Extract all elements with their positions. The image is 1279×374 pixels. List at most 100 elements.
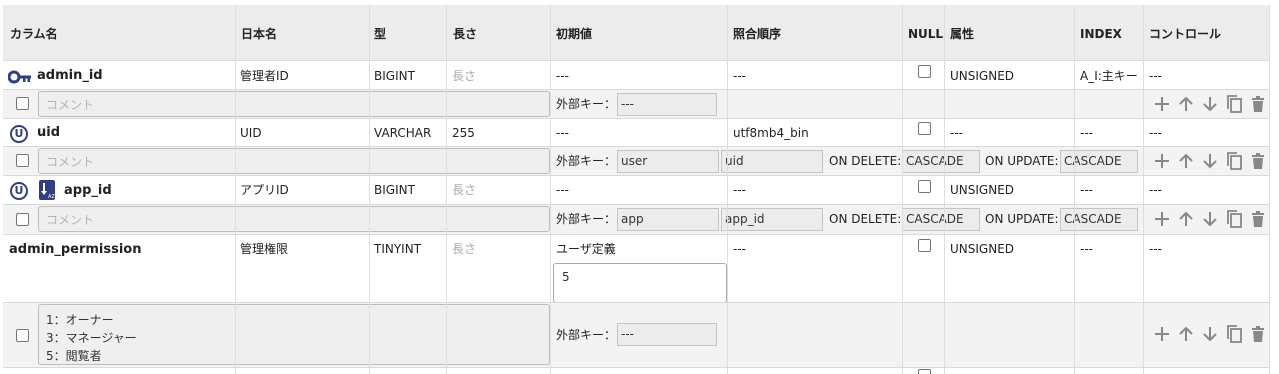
control-value: ---	[1149, 69, 1162, 83]
delete-icon[interactable]	[1249, 325, 1267, 343]
null-checkbox[interactable]	[918, 369, 931, 374]
length-placeholder[interactable]: 長さ	[452, 243, 476, 255]
row-controls	[1149, 325, 1264, 343]
add-icon[interactable]	[1153, 152, 1171, 170]
key-icon	[8, 70, 31, 84]
on-delete-label: ON DELETE:	[829, 212, 902, 226]
row-controls	[1149, 210, 1264, 228]
attribute-value[interactable]: UNSIGNED	[950, 243, 1014, 255]
null-checkbox[interactable]	[918, 65, 931, 78]
move-up-icon[interactable]	[1177, 210, 1195, 228]
fk-column-input[interactable]: app_id	[721, 208, 823, 231]
delete-icon[interactable]	[1249, 152, 1267, 170]
header-length: 長さ	[453, 27, 478, 41]
fk-label: 外部キー：	[556, 328, 617, 342]
on-delete-label: ON DELETE:	[829, 154, 902, 168]
length-placeholder[interactable]: 長さ	[452, 184, 476, 196]
attribute-value[interactable]: UNSIGNED	[950, 70, 1014, 82]
collation-value[interactable]: ---	[733, 243, 746, 255]
on-update-select[interactable]: CASCADE	[1060, 150, 1138, 173]
type-value[interactable]: VARCHAR	[374, 127, 431, 139]
table-sub-row: コメント 外部キー： app app_id ON DELETE: CASCADE…	[3, 205, 1270, 234]
copy-icon[interactable]	[1225, 325, 1243, 343]
row-select-checkbox[interactable]	[16, 97, 29, 110]
table-sub-row: 1：オーナー 3：マネージャー 5：閲覧者 外部キー： ---	[3, 303, 1270, 367]
control-value: ---	[1149, 183, 1162, 197]
index-value[interactable]: A_I:主キー	[1080, 70, 1138, 82]
collation-value[interactable]: utf8mb4_bin	[733, 127, 809, 139]
fk-column-input[interactable]: uid	[721, 150, 823, 173]
move-up-icon[interactable]	[1177, 152, 1195, 170]
column-name[interactable]: uid	[37, 126, 60, 139]
default-type[interactable]: ユーザ定義	[556, 243, 616, 255]
null-checkbox[interactable]	[918, 180, 931, 193]
comment-input[interactable]: 1：オーナー 3：マネージャー 5：閲覧者	[38, 304, 550, 365]
fk-label: 外部キー：	[556, 212, 617, 226]
delete-icon[interactable]	[1249, 95, 1267, 113]
index-value[interactable]: ---	[1080, 184, 1093, 196]
header-index: INDEX	[1080, 27, 1122, 41]
column-name[interactable]: app_id	[64, 184, 112, 197]
fk-label: 外部キー：	[556, 154, 617, 168]
comment-input[interactable]: コメント	[38, 91, 550, 117]
japanese-name[interactable]: UID	[240, 127, 262, 139]
japanese-name[interactable]: アプリID	[240, 184, 289, 196]
comment-input[interactable]: コメント	[38, 206, 550, 232]
collation-value[interactable]: ---	[733, 70, 746, 82]
header-collation: 照合順序	[733, 27, 782, 41]
length-value[interactable]: 255	[452, 127, 475, 139]
default-value-input[interactable]: 5	[553, 263, 727, 303]
length-placeholder[interactable]: 長さ	[452, 70, 476, 82]
add-icon[interactable]	[1153, 210, 1171, 228]
collation-value[interactable]: ---	[733, 184, 746, 196]
on-delete-select[interactable]: CASCADE	[902, 208, 980, 231]
table-header: カラム名 日本名 型 長さ 初期値 照合順序 NULL 属性 INDEX コント…	[3, 5, 1270, 61]
on-update-select[interactable]: CASCADE	[1060, 208, 1138, 231]
row-select-checkbox[interactable]	[16, 154, 29, 167]
header-control: コントロール	[1149, 27, 1222, 41]
add-icon[interactable]	[1153, 95, 1171, 113]
copy-icon[interactable]	[1225, 95, 1243, 113]
null-checkbox[interactable]	[918, 122, 931, 135]
index-value[interactable]: ---	[1080, 243, 1093, 255]
fk-table-input[interactable]: ---	[617, 93, 717, 116]
attribute-value[interactable]: UNSIGNED	[950, 184, 1014, 196]
type-value[interactable]: TINYINT	[374, 243, 421, 255]
move-up-icon[interactable]	[1177, 95, 1195, 113]
default-value[interactable]: ---	[556, 184, 569, 196]
attribute-value[interactable]: ---	[950, 127, 963, 139]
null-checkbox[interactable]	[918, 239, 931, 252]
index-value[interactable]: ---	[1080, 127, 1093, 139]
comment-input[interactable]: コメント	[38, 148, 550, 174]
move-up-icon[interactable]	[1177, 325, 1195, 343]
fk-label: 外部キー：	[556, 97, 617, 111]
row-select-checkbox[interactable]	[16, 329, 29, 342]
add-icon[interactable]	[1153, 325, 1171, 343]
move-down-icon[interactable]	[1201, 210, 1219, 228]
fk-table-input[interactable]: app	[617, 208, 719, 231]
on-delete-select[interactable]: CASCADE	[902, 150, 980, 173]
default-value[interactable]: ---	[556, 127, 569, 139]
copy-icon[interactable]	[1225, 152, 1243, 170]
column-name[interactable]: admin_permission	[9, 243, 142, 256]
japanese-name[interactable]: 管理権限	[240, 243, 288, 255]
column-name[interactable]: admin_id	[37, 69, 103, 82]
move-down-icon[interactable]	[1201, 95, 1219, 113]
fk-table-input[interactable]: user	[617, 150, 719, 173]
delete-icon[interactable]	[1249, 210, 1267, 228]
move-down-icon[interactable]	[1201, 152, 1219, 170]
move-down-icon[interactable]	[1201, 325, 1219, 343]
svg-text:AZ: AZ	[48, 194, 55, 200]
row-controls	[1149, 95, 1264, 113]
header-type: 型	[374, 27, 387, 41]
japanese-name[interactable]: 管理者ID	[240, 70, 289, 82]
type-value[interactable]: BIGINT	[374, 70, 415, 82]
row-controls	[1149, 152, 1264, 170]
header-attribute: 属性	[950, 27, 975, 41]
table-row: admin_id 管理者ID BIGINT 長さ --- --- UNSIGNE…	[3, 62, 1270, 90]
copy-icon[interactable]	[1225, 210, 1243, 228]
default-value[interactable]: ---	[556, 70, 569, 82]
row-select-checkbox[interactable]	[16, 213, 29, 226]
fk-table-input[interactable]: ---	[617, 323, 717, 346]
type-value[interactable]: BIGINT	[374, 184, 415, 196]
